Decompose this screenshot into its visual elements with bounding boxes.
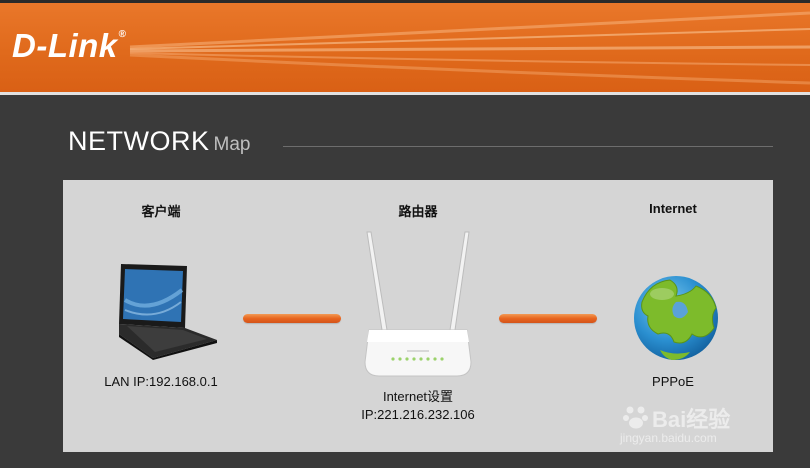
watermark-url: jingyan.baidu.com bbox=[620, 431, 717, 445]
router-label: 路由器 bbox=[398, 204, 438, 219]
internet-label: Internet bbox=[649, 201, 697, 216]
link-router-internet bbox=[499, 314, 597, 323]
internet-connection-type: PPPoE bbox=[652, 374, 694, 389]
laptop-icon[interactable] bbox=[115, 260, 220, 365]
link-client-router bbox=[243, 314, 341, 323]
title-divider bbox=[283, 146, 773, 147]
dlink-logo: D-Link® bbox=[12, 27, 127, 65]
globe-icon[interactable] bbox=[630, 272, 722, 369]
registered-mark: ® bbox=[118, 29, 127, 40]
page-title-main: NETWORK bbox=[68, 126, 210, 156]
client-label: 客户端 bbox=[141, 204, 181, 219]
baidu-watermark: Bai经验 jingyan.baidu.com bbox=[620, 398, 770, 448]
router-caption-1: Internet设置 bbox=[382, 389, 454, 404]
paw-icon bbox=[623, 406, 648, 429]
page-title: NETWORK Map bbox=[68, 126, 250, 157]
router-wan-ip: IP:221.216.232.106 bbox=[361, 407, 475, 422]
logo-text: D-Link bbox=[12, 27, 118, 64]
client-ip: LAN IP:192.168.0.1 bbox=[104, 374, 218, 389]
header-banner: D-Link® bbox=[0, 3, 810, 92]
watermark-brand: Bai经验 bbox=[652, 407, 731, 432]
page-title-sub: Map bbox=[213, 134, 251, 155]
router-icon[interactable] bbox=[363, 230, 473, 385]
banner-divider bbox=[0, 92, 810, 95]
